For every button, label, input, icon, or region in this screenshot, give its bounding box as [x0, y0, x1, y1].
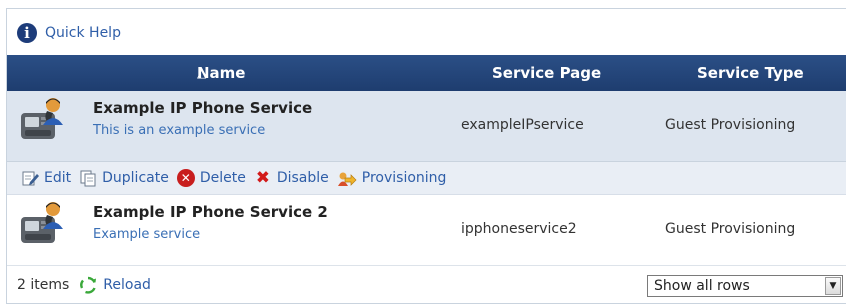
duplicate-button[interactable]: Duplicate [79, 169, 169, 187]
disable-label: Disable [276, 170, 329, 186]
table-row[interactable]: Example IP Phone Service This is an exam… [7, 91, 846, 161]
service-page: ipphoneservice2 [461, 221, 577, 237]
info-icon: i [17, 23, 37, 43]
table-header: △ Name Service Page Service Type [7, 55, 846, 91]
ip-phone-user-icon [21, 98, 63, 139]
footer-left: 2 items Reload [17, 276, 151, 294]
chevron-down-icon[interactable]: ▼ [825, 277, 841, 295]
quick-help-link[interactable]: Quick Help [45, 25, 121, 41]
provisioning-icon [337, 172, 357, 186]
rows-per-page-select[interactable]: Show all rows ▼ [647, 275, 843, 297]
item-count: 2 items [17, 277, 70, 293]
service-description: Example service [93, 227, 201, 242]
provisioning-label: Provisioning [361, 170, 447, 186]
table-footer: 2 items Reload Show all rows ▼ [7, 265, 846, 301]
duplicate-icon [80, 170, 96, 187]
delete-label: Delete [199, 170, 246, 186]
ip-phone-user-icon [21, 202, 63, 243]
edit-label: Edit [44, 170, 72, 186]
service-name[interactable]: Example IP Phone Service 2 [93, 203, 328, 221]
table-row[interactable]: Example IP Phone Service 2 Example servi… [7, 195, 846, 255]
quick-help[interactable]: i Quick Help [17, 21, 121, 45]
reload-label: Reload [103, 277, 151, 293]
column-header-name-label: Name [197, 64, 246, 82]
edit-button[interactable]: Edit [21, 169, 71, 187]
disable-icon: ✖ [255, 168, 270, 188]
service-description: This is an example service [93, 123, 266, 138]
column-header-service-type[interactable]: Service Type [697, 55, 804, 91]
service-page: exampleIPservice [461, 117, 584, 133]
rows-per-page-value: Show all rows [654, 278, 750, 294]
disable-button[interactable]: ✖ Disable [254, 168, 329, 188]
delete-button[interactable]: ✕ Delete [176, 169, 246, 187]
column-header-service-page[interactable]: Service Page [492, 55, 601, 91]
edit-icon [22, 171, 39, 186]
service-type: Guest Provisioning [665, 221, 796, 237]
delete-icon: ✕ [176, 169, 195, 187]
duplicate-label: Duplicate [102, 170, 169, 186]
service-type: Guest Provisioning [665, 117, 796, 133]
service-name[interactable]: Example IP Phone Service [93, 99, 312, 117]
reload-button[interactable]: Reload [79, 276, 151, 294]
row-actions-bar: Edit Duplicate ✕ Delete ✖ Disable Provis… [7, 161, 846, 195]
reload-icon [80, 276, 97, 294]
services-panel: i Quick Help △ Name Service Page Service … [6, 8, 846, 304]
provisioning-button[interactable]: Provisioning [337, 169, 447, 187]
